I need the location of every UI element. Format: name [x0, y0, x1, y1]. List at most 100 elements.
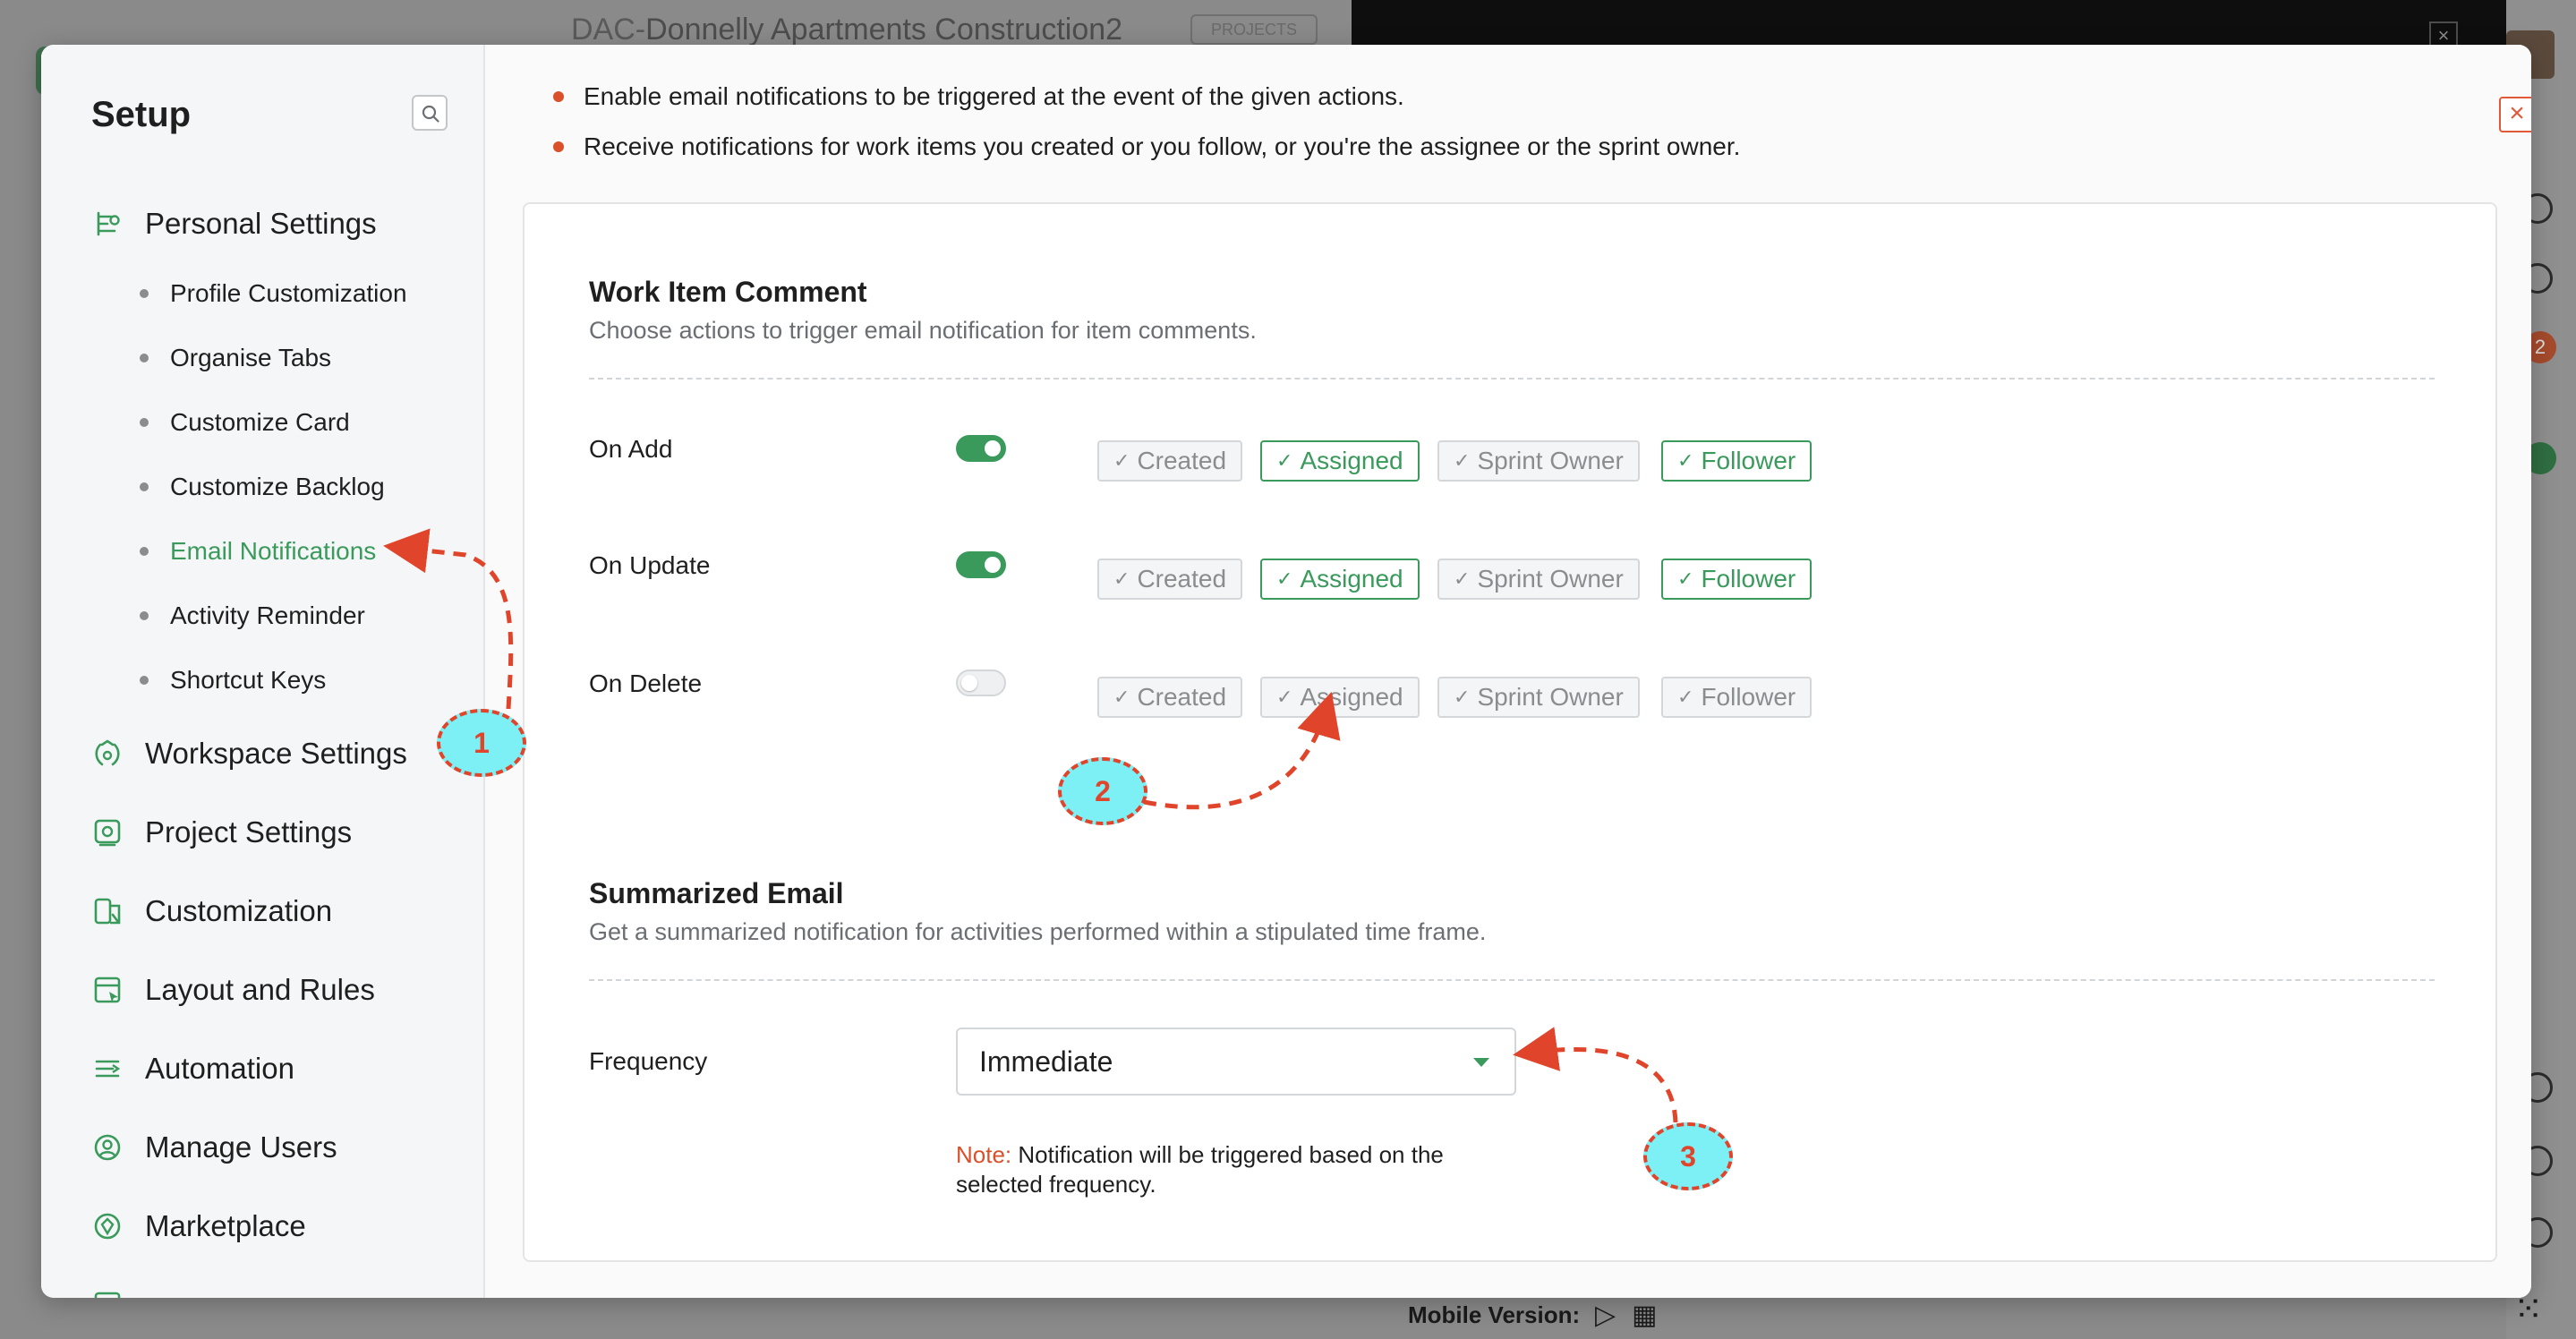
- info-text: Enable email notifications to be trigger…: [584, 82, 1404, 110]
- row-label-on-delete: On Delete: [589, 670, 703, 697]
- mobile-version-label: Mobile Version:: [1408, 1301, 1581, 1328]
- layout-rules-icon: [94, 977, 121, 1003]
- nav-group-label: Automation: [145, 1052, 294, 1085]
- sidebar-item-profile-customization[interactable]: Profile Customization: [140, 276, 407, 311]
- chip-label: Follower: [1701, 565, 1796, 593]
- nav-group-label: Project Settings: [145, 815, 353, 849]
- sidebar-item-label: Profile Customization: [170, 279, 407, 307]
- sidebar-item-label: Customize Card: [170, 408, 350, 436]
- check-icon: ✓: [1276, 449, 1293, 472]
- nav-group-project-settings[interactable]: Project Settings: [91, 811, 352, 854]
- bullet-dot: [140, 418, 149, 427]
- frequency-value: Immediate: [979, 1045, 1113, 1078]
- chip-label: Assigned: [1300, 683, 1403, 711]
- main-panel: Enable email notifications to be trigger…: [485, 45, 2531, 1298]
- sidebar-item-customize-backlog[interactable]: Customize Backlog: [140, 469, 385, 505]
- on-add-sprint-owner-chip[interactable]: ✓ Sprint Owner: [1437, 440, 1640, 482]
- nav-group-personal-settings[interactable]: Personal Settings: [91, 202, 377, 245]
- chip-label: Sprint Owner: [1477, 447, 1624, 474]
- section-description: Choose actions to trigger email notifica…: [589, 317, 1257, 344]
- row-label-on-add: On Add: [589, 435, 673, 463]
- note-label: Note:: [956, 1141, 1012, 1168]
- nav-group-label: Manage Users: [145, 1130, 337, 1164]
- frequency-dropdown[interactable]: Immediate: [956, 1028, 1516, 1096]
- sidebar-item-customize-card[interactable]: Customize Card: [140, 405, 350, 440]
- sidebar-item-label: Email Notifications: [170, 537, 377, 565]
- bullet-dot: [140, 354, 149, 362]
- on-delete-assigned-chip[interactable]: ✓ Assigned: [1260, 677, 1420, 718]
- mobile-store-icons: ▷▦: [1595, 1300, 1673, 1331]
- check-icon: ✓: [1677, 567, 1694, 590]
- nav-group-manage-users[interactable]: Manage Users: [91, 1126, 337, 1169]
- sidebar-item-organise-tabs[interactable]: Organise Tabs: [140, 340, 331, 376]
- nav-group-label: Marketplace: [145, 1209, 306, 1242]
- nav-group-label: Customization: [145, 894, 333, 927]
- nav-group-label: Personal Settings: [145, 207, 377, 240]
- on-add-assigned-chip[interactable]: ✓ Assigned: [1260, 440, 1420, 482]
- section-description: Get a summarized notification for activi…: [589, 918, 1487, 945]
- setup-title: Setup: [91, 95, 192, 134]
- setup-search-button[interactable]: [412, 95, 448, 131]
- section-title: Summarized Email: [589, 877, 844, 909]
- nav-group-workspace-settings[interactable]: Workspace Settings: [91, 732, 407, 775]
- sidebar-item-shortcut-keys[interactable]: Shortcut Keys: [140, 662, 326, 698]
- background-dark-panel: [1352, 0, 2506, 47]
- on-delete-follower-chip[interactable]: ✓ Follower: [1661, 677, 1813, 718]
- on-update-created-chip[interactable]: ✓ Created: [1097, 559, 1243, 600]
- check-icon: ✓: [1454, 449, 1471, 472]
- on-update-follower-chip[interactable]: ✓ Follower: [1661, 559, 1813, 600]
- bullet-dot: [140, 482, 149, 491]
- info-line: Enable email notifications to be trigger…: [553, 82, 1404, 111]
- nav-group-automation[interactable]: Automation: [91, 1047, 294, 1090]
- background-project-title: DAC-Donnelly Apartments Construction2: [571, 13, 1122, 47]
- section-title: Work Item Comment: [589, 276, 867, 308]
- notification-settings-card: Work Item Comment Choose actions to trig…: [523, 202, 2497, 1262]
- frequency-label: Frequency: [589, 1047, 708, 1075]
- sidebar-item-label: Customize Backlog: [170, 473, 385, 500]
- annotation-callout-2: 2: [1058, 757, 1147, 825]
- sidebar-item-email-notifications[interactable]: Email Notifications: [140, 533, 376, 569]
- workspace-settings-icon: [95, 739, 120, 766]
- bullet-dot: [553, 141, 564, 152]
- on-update-assigned-chip[interactable]: ✓ Assigned: [1260, 559, 1420, 600]
- check-icon: ✓: [1113, 686, 1130, 708]
- chevron-down-icon: [1473, 1058, 1489, 1067]
- toggle-knob: [985, 557, 1001, 573]
- on-add-follower-chip[interactable]: ✓ Follower: [1661, 440, 1813, 482]
- on-add-created-chip[interactable]: ✓ Created: [1097, 440, 1243, 482]
- chip-label: Sprint Owner: [1477, 683, 1624, 711]
- on-delete-created-chip[interactable]: ✓ Created: [1097, 677, 1243, 718]
- on-add-toggle[interactable]: [956, 435, 1006, 462]
- on-update-toggle[interactable]: [956, 551, 1006, 578]
- nav-group-marketplace[interactable]: Marketplace: [91, 1205, 306, 1248]
- frequency-note: Note: Notification will be triggered bas…: [956, 1140, 1529, 1199]
- row-label-on-update: On Update: [589, 551, 711, 579]
- check-icon: ✓: [1113, 567, 1130, 590]
- note-text: Notification will be triggered based on …: [956, 1141, 1444, 1198]
- bullet-dot: [140, 611, 149, 620]
- close-button[interactable]: ×: [2499, 97, 2531, 132]
- chip-label: Follower: [1701, 683, 1796, 711]
- setup-sidebar: Setup Personal Settings Profile Customiz…: [41, 45, 485, 1298]
- chip-label: Created: [1137, 447, 1227, 474]
- automation-icon: [95, 1060, 121, 1078]
- project-name: Donnelly Apartments Construction2: [645, 13, 1123, 47]
- nav-group-customization[interactable]: Customization: [91, 890, 332, 933]
- chip-label: Assigned: [1300, 447, 1403, 474]
- marketplace-icon: [94, 1213, 121, 1240]
- project-settings-icon: [94, 819, 121, 847]
- check-icon: ✓: [1677, 449, 1694, 472]
- bullet-dot: [140, 676, 149, 685]
- projects-badge: PROJECTS: [1190, 14, 1318, 45]
- check-icon: ✓: [1677, 686, 1694, 708]
- check-icon: ✓: [1454, 567, 1471, 590]
- chip-label: Created: [1137, 683, 1227, 711]
- divider: [589, 378, 2435, 380]
- qr-code-icon: ▦: [1632, 1301, 1674, 1330]
- on-update-sprint-owner-chip[interactable]: ✓ Sprint Owner: [1437, 559, 1640, 600]
- nav-group-layout-and-rules[interactable]: Layout and Rules: [91, 968, 375, 1011]
- on-delete-sprint-owner-chip[interactable]: ✓ Sprint Owner: [1437, 677, 1640, 718]
- on-delete-toggle[interactable]: [956, 670, 1006, 696]
- sidebar-item-activity-reminder[interactable]: Activity Reminder: [140, 598, 365, 634]
- check-icon: ✓: [1454, 686, 1471, 708]
